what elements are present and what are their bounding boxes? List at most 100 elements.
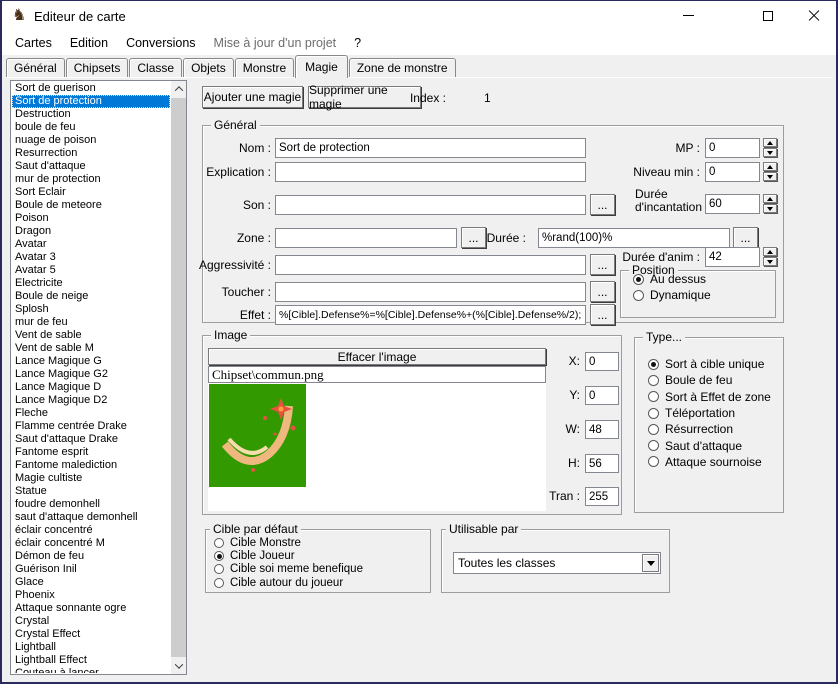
spell-list-item[interactable]: Phoenix	[12, 589, 170, 602]
nom-input[interactable]	[275, 138, 586, 158]
spell-list-item[interactable]: Resurrection	[12, 147, 170, 160]
zone-input[interactable]	[275, 228, 457, 248]
maximize-button[interactable]	[746, 1, 790, 30]
mp-input[interactable]	[705, 138, 760, 158]
spell-list-item[interactable]: Splosh	[12, 303, 170, 316]
effet-browse-button[interactable]: ...	[590, 304, 615, 325]
spell-list-item[interactable]: Destruction	[12, 108, 170, 121]
tab[interactable]: Magie	[295, 55, 348, 78]
spell-list-item[interactable]: foudre demonhell	[12, 498, 170, 511]
spell-list-item[interactable]: mur de protection	[12, 173, 170, 186]
minimize-button[interactable]	[666, 1, 710, 30]
spell-list-item[interactable]: Saut d'attaque Drake	[12, 433, 170, 446]
incantation-input[interactable]	[705, 194, 760, 214]
explication-input[interactable]	[275, 162, 586, 182]
spell-list-item[interactable]: Avatar 3	[12, 251, 170, 264]
son-browse-button[interactable]: ...	[590, 194, 615, 215]
y-input[interactable]	[585, 386, 619, 405]
spell-list-item[interactable]: Lance Magique D	[12, 381, 170, 394]
x-input[interactable]	[585, 352, 619, 371]
w-input[interactable]	[585, 420, 619, 439]
spell-list-item[interactable]: Fantome esprit	[12, 446, 170, 459]
h-input[interactable]	[585, 454, 619, 473]
tab[interactable]: Chipsets	[66, 58, 129, 78]
mp-spin-down-button[interactable]	[763, 148, 777, 157]
add-magic-button[interactable]: Ajouter une magie	[202, 86, 303, 108]
position-radio-option[interactable]: Au dessus	[633, 271, 787, 287]
spell-list-item[interactable]: Guérison Inil	[12, 563, 170, 576]
tab[interactable]: Classe	[129, 58, 182, 78]
type-radio-option[interactable]: Sort à Effet de zone	[648, 389, 781, 405]
list-scrollbar[interactable]	[171, 81, 186, 674]
anim-spin-down-button[interactable]	[763, 257, 777, 266]
spell-list-item[interactable]: Sort Eclair	[12, 186, 170, 199]
spell-list-item[interactable]: Lance Magique G	[12, 355, 170, 368]
dropdown-button[interactable]	[642, 554, 659, 572]
spell-list-item[interactable]: éclair concentré	[12, 524, 170, 537]
tab[interactable]: Monstre	[235, 58, 294, 78]
spell-list-item[interactable]: Avatar 5	[12, 264, 170, 277]
spell-list-item[interactable]: Dragon	[12, 225, 170, 238]
niveau-min-input[interactable]	[705, 162, 760, 182]
spell-list-item[interactable]: Lance Magique D2	[12, 394, 170, 407]
target-radio-option[interactable]: Cible autour du joueur	[214, 576, 428, 589]
target-radio-option[interactable]: Cible Monstre	[214, 536, 428, 549]
spell-list-item[interactable]: Sort de guerison	[12, 82, 170, 95]
menu-item[interactable]: ?	[345, 33, 370, 53]
spell-list-item[interactable]: nuage de poison	[12, 134, 170, 147]
duree-input[interactable]	[538, 228, 730, 248]
spell-list-item[interactable]: Boule de neige	[12, 290, 170, 303]
spell-list-item[interactable]: Fantome malediction	[12, 459, 170, 472]
type-radio-option[interactable]: Téléportation	[648, 405, 781, 421]
menu-item[interactable]: Conversions	[117, 33, 204, 53]
niveau-spin-down-button[interactable]	[763, 172, 777, 181]
spell-list-item[interactable]: Crystal	[12, 615, 170, 628]
tab[interactable]: Zone de monstre	[349, 58, 456, 78]
spell-list-item[interactable]: Vent de sable	[12, 329, 170, 342]
effet-input[interactable]	[275, 305, 586, 325]
spell-list-item[interactable]: Sort de protection	[12, 95, 170, 108]
spell-list-item[interactable]: Magie cultiste	[12, 472, 170, 485]
scrollbar-thumb[interactable]	[171, 98, 186, 657]
toucher-input[interactable]	[275, 282, 586, 302]
menu-item[interactable]: Cartes	[6, 33, 61, 53]
spell-list-item[interactable]: Attaque sonnante ogre	[12, 602, 170, 615]
position-radio-option[interactable]: Dynamique	[633, 287, 787, 303]
menu-item[interactable]: Edition	[61, 33, 117, 53]
spell-list-item[interactable]: saut d'attaque demonhell	[12, 511, 170, 524]
spell-list-item[interactable]: Démon de feu	[12, 550, 170, 563]
niveau-spin-up-button[interactable]	[763, 162, 777, 171]
close-button[interactable]	[792, 1, 836, 30]
toucher-browse-button[interactable]: ...	[590, 281, 615, 302]
spell-list-item[interactable]: Statue	[12, 485, 170, 498]
type-radio-option[interactable]: Sort à cible unique	[648, 356, 781, 372]
type-radio-option[interactable]: Boule de feu	[648, 372, 781, 388]
spell-list-item[interactable]: Flamme centrée Drake	[12, 420, 170, 433]
spell-list-item[interactable]: Lightball	[12, 641, 170, 654]
aggressivite-input[interactable]	[275, 255, 586, 275]
spell-list-item[interactable]: éclair concentré M	[12, 537, 170, 550]
tab[interactable]: Objets	[183, 58, 234, 78]
son-input[interactable]	[275, 195, 586, 215]
usable-class-dropdown[interactable]: Toutes les classes	[453, 552, 661, 574]
zone-browse-button[interactable]: ...	[461, 227, 486, 248]
duree-browse-button[interactable]: ...	[733, 227, 758, 248]
tab[interactable]: Général	[6, 58, 65, 78]
image-file-field[interactable]: Chipset\commun.png	[208, 366, 546, 383]
anim-spin-up-button[interactable]	[763, 247, 777, 256]
clear-image-button[interactable]: Effacer l'image	[208, 348, 546, 365]
spell-list-item[interactable]: Boule de meteore	[12, 199, 170, 212]
spell-list-item[interactable]: Lightball Effect	[12, 654, 170, 667]
incantation-spin-down-button[interactable]	[763, 204, 777, 213]
spell-list-item[interactable]: Poison	[12, 212, 170, 225]
duree-anim-input[interactable]	[705, 247, 760, 267]
spell-list-item[interactable]: Glace	[12, 576, 170, 589]
type-radio-option[interactable]: Résurrection	[648, 421, 781, 437]
spell-list-item[interactable]: Couteau à lancer	[12, 667, 170, 673]
type-radio-option[interactable]: Attaque sournoise	[648, 454, 781, 470]
type-radio-option[interactable]: Saut d'attaque	[648, 437, 781, 453]
spell-list-item[interactable]: Fleche	[12, 407, 170, 420]
scroll-down-button[interactable]	[171, 658, 186, 674]
spell-list-item[interactable]: Saut d'attaque	[12, 160, 170, 173]
target-radio-option[interactable]: Cible soi meme benefique	[214, 563, 428, 576]
